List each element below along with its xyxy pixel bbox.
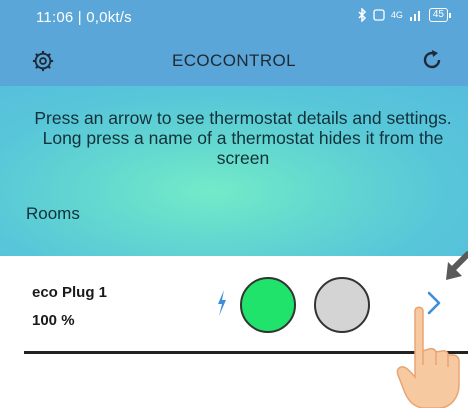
pointing-hand-icon (396, 306, 460, 408)
status-icons: 4G 45 (357, 8, 452, 22)
refresh-icon[interactable] (420, 48, 444, 72)
app-title: ECOCONTROL (172, 51, 296, 70)
bolt-icon (218, 290, 226, 316)
status-bar: 11:06 | 0,0kt/s 4G 45 (0, 0, 468, 34)
rooms-heading: Rooms (26, 204, 80, 223)
info-line-3: screen (216, 148, 270, 168)
on-indicator[interactable] (240, 277, 296, 333)
device-name[interactable]: eco Plug 1 (32, 284, 107, 301)
info-panel: Press an arrow to see thermostat details… (0, 86, 468, 256)
status-time-speed: 11:06 | 0,0kt/s (36, 9, 132, 26)
battery-icon: 45 (428, 8, 452, 22)
app-bar: ECOCONTROL (0, 34, 468, 86)
pointer-arrow-icon (446, 251, 468, 280)
device-percent: 100 % (32, 312, 75, 329)
nfc-badge-icon (373, 9, 385, 21)
network-type: 4G (390, 10, 403, 20)
info-line-2: Long press a name of a thermostat hides … (42, 128, 444, 148)
info-line-1: Press an arrow to see thermostat details… (34, 108, 452, 128)
info-text: Press an arrow to see thermostat details… (18, 108, 468, 168)
off-indicator[interactable] (314, 277, 370, 333)
bluetooth-icon (358, 8, 366, 22)
signal-icon (409, 11, 420, 21)
